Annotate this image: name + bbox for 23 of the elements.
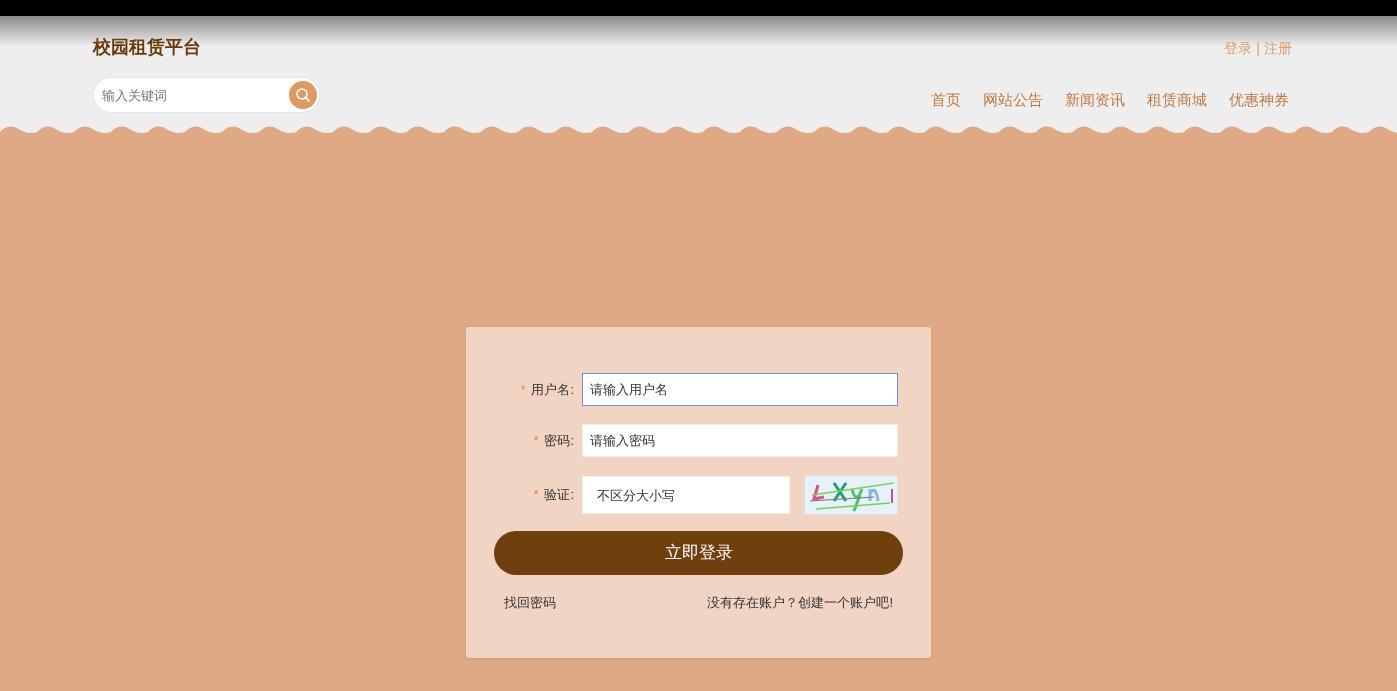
required-mark: *: [533, 487, 539, 504]
search-icon: [295, 87, 311, 103]
nav-link[interactable]: 新闻资讯: [1065, 88, 1125, 112]
field-label: 密码:: [544, 431, 574, 450]
forgot-password-link[interactable]: 找回密码: [504, 593, 556, 613]
nav-link[interactable]: 网站公告: [983, 88, 1043, 112]
nav-link[interactable]: 优惠神券: [1229, 88, 1289, 112]
nav-link[interactable]: 首页: [931, 88, 961, 112]
login-link[interactable]: 登录: [1224, 38, 1253, 59]
divider: |: [1256, 39, 1260, 58]
field-label: 用户名:: [531, 380, 574, 399]
search-field[interactable]: 输入关键词: [93, 77, 320, 113]
required-mark: *: [520, 381, 526, 399]
username-field[interactable]: 请输入用户名: [582, 373, 898, 406]
captcha-field[interactable]: 不区分大小写: [582, 476, 790, 514]
field-label: 验证:: [544, 486, 574, 505]
site-title: 校园租赁平台: [93, 36, 201, 59]
login-button[interactable]: 立即登录: [494, 531, 903, 575]
nav-link[interactable]: 租赁商城: [1147, 88, 1207, 112]
register-link[interactable]: 没有存在账户？创建一个账户吧!: [707, 593, 893, 613]
required-mark: *: [533, 432, 539, 450]
register-link[interactable]: 注册: [1264, 38, 1292, 59]
password-field[interactable]: 请输入密码: [582, 424, 898, 457]
